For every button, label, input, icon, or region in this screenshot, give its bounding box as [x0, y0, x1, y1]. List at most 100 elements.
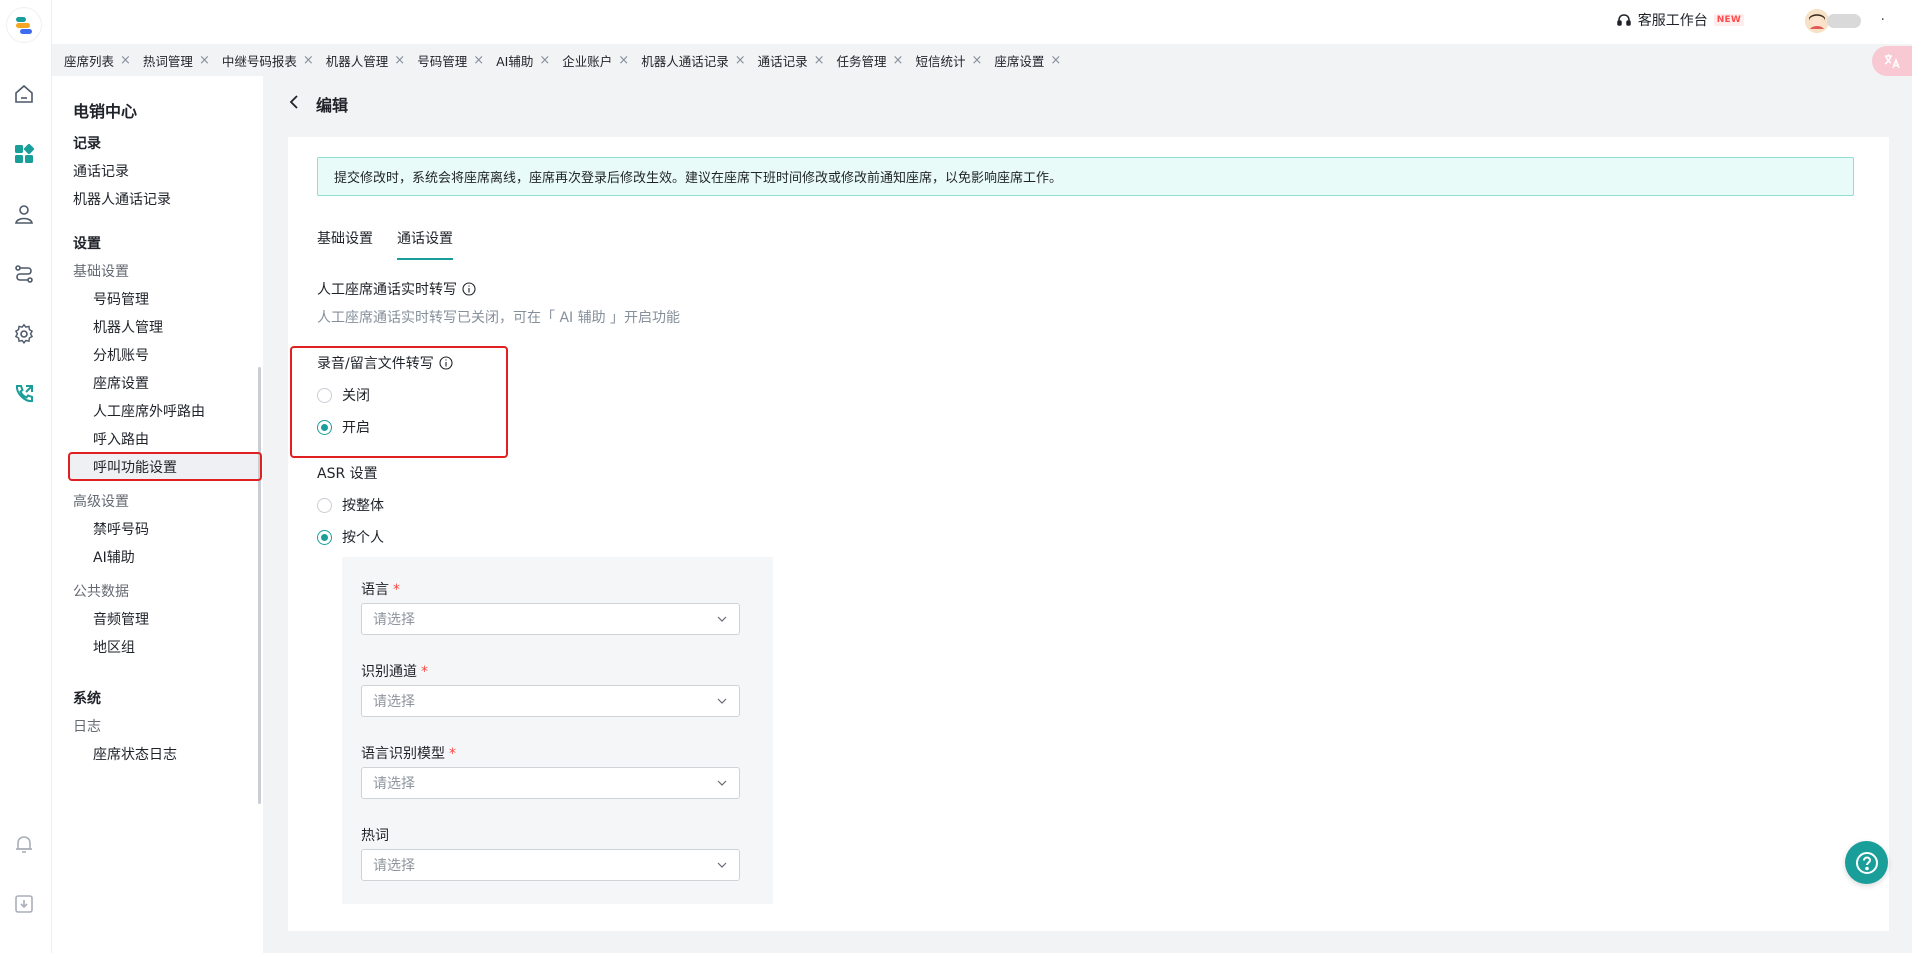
sidebar-item-call-features[interactable]: 呼叫功能设置 — [93, 457, 177, 477]
chevron-down-icon — [717, 698, 727, 704]
page-tab[interactable]: 短信统计 × — [915, 51, 982, 70]
home-icon[interactable] — [12, 82, 36, 106]
info-icon[interactable] — [439, 356, 453, 370]
close-icon[interactable]: × — [303, 53, 314, 68]
close-icon[interactable]: × — [120, 53, 131, 68]
sidebar-sub-advanced[interactable]: 高级设置 — [73, 491, 129, 511]
workbench-label: 客服工作台 — [1637, 13, 1708, 29]
page-tab[interactable]: AI辅助 × — [496, 51, 550, 70]
chevron-down-icon — [717, 616, 727, 622]
tab-call-settings[interactable]: 通话设置 — [397, 228, 453, 260]
field-label-text: 语言识别模型 — [361, 746, 445, 762]
close-icon[interactable]: × — [199, 53, 210, 68]
translate-icon — [1884, 54, 1900, 69]
sidebar-item-audio-management[interactable]: 音频管理 — [93, 609, 149, 629]
radio-label: 按整体 — [342, 498, 384, 514]
page-tab[interactable]: 热词管理 × — [143, 51, 210, 70]
sidebar-item-region-group[interactable]: 地区组 — [93, 637, 135, 657]
sidebar-title: 电销中心 — [73, 102, 138, 121]
asr-settings-label-text: ASR 设置 — [317, 466, 378, 482]
required-mark: * — [449, 746, 456, 762]
page-tab[interactable]: 企业账户 × — [562, 51, 629, 70]
service-workbench-link[interactable]: 客服工作台 NEW — [1616, 10, 1744, 30]
sidebar-item-robot-call-records[interactable]: 机器人通话记录 — [73, 189, 171, 209]
close-icon[interactable]: × — [893, 53, 904, 68]
apps-icon[interactable] — [12, 142, 36, 166]
page-tab-active[interactable]: 座席设置 × — [994, 51, 1061, 70]
hotword-select[interactable]: 请选择 — [361, 849, 740, 881]
close-icon[interactable]: × — [1050, 53, 1061, 68]
avatar[interactable] — [1805, 9, 1829, 33]
page-tab[interactable]: 中继号码报表 × — [222, 51, 314, 70]
page-tab[interactable]: 座席列表 × — [64, 51, 131, 70]
asr-settings-label: ASR 设置 — [317, 463, 378, 483]
page-tab[interactable]: 号码管理 × — [417, 51, 484, 70]
radio-circle[interactable] — [317, 497, 332, 513]
page-tab[interactable]: 通话记录 × — [758, 51, 825, 70]
notice-banner: 提交修改时，系统会将座席离线，座席再次登录后修改生效。建议在座席下班时间修改或修… — [317, 157, 1854, 196]
sidebar-scrollbar[interactable] — [258, 367, 261, 804]
select-placeholder: 请选择 — [373, 694, 415, 710]
translate-button[interactable] — [1872, 46, 1912, 76]
close-icon[interactable]: × — [618, 53, 629, 68]
recognition-channel-select[interactable]: 请选择 — [361, 685, 740, 717]
info-icon[interactable] — [462, 282, 476, 296]
close-icon[interactable]: × — [971, 53, 982, 68]
sidebar-item-robot-management[interactable]: 机器人管理 — [93, 317, 163, 337]
radio-asr-individual[interactable]: 按个人 — [317, 527, 384, 547]
radio-circle-selected[interactable] — [317, 529, 332, 545]
required-mark: * — [393, 582, 400, 598]
routing-icon[interactable] — [12, 262, 36, 286]
sidebar-sub-logs[interactable]: 日志 — [73, 716, 101, 736]
sidebar-item-seat-settings[interactable]: 座席设置 — [93, 373, 149, 393]
settings-tabs: 基础设置 通话设置 — [317, 228, 453, 260]
sidebar-item-inbound-routing[interactable]: 呼入路由 — [93, 429, 149, 449]
sidebar-sub-basic[interactable]: 基础设置 — [73, 261, 129, 281]
sidebar-item-extension-account[interactable]: 分机账号 — [93, 345, 149, 365]
select-placeholder: 请选择 — [373, 858, 415, 874]
close-icon[interactable]: × — [814, 53, 825, 68]
recognition-model-select[interactable]: 请选择 — [361, 767, 740, 799]
sidebar-item-seat-status-log[interactable]: 座席状态日志 — [93, 744, 177, 764]
phone-icon[interactable] — [12, 382, 36, 406]
page-tab-label: 企业账户 — [562, 53, 613, 69]
sidebar-item-ai-assist[interactable]: AI辅助 — [93, 547, 135, 567]
radio-label: 按个人 — [342, 530, 384, 546]
page-tab-label: 通话记录 — [757, 53, 808, 69]
settings-icon[interactable] — [12, 322, 36, 346]
notice-text: 提交修改时，系统会将座席离线，座席再次登录后修改生效。建议在座席下班时间修改或修… — [334, 171, 1063, 186]
language-label: 语言 * — [361, 579, 400, 599]
sidebar-item-call-records[interactable]: 通话记录 — [73, 161, 129, 181]
back-arrow-icon[interactable] — [286, 94, 302, 114]
radio-file-transcribe-off[interactable]: 关闭 — [317, 385, 370, 405]
select-placeholder: 请选择 — [373, 612, 415, 628]
radio-asr-overall[interactable]: 按整体 — [317, 495, 384, 515]
sidebar-group-records: 记录 — [73, 136, 101, 152]
page-tab-label: 机器人通话记录 — [641, 53, 729, 69]
page-tab[interactable]: 机器人通话记录 × — [641, 51, 745, 70]
close-icon[interactable]: × — [735, 53, 746, 68]
download-icon[interactable] — [12, 892, 36, 916]
sidebar-item-blocked-numbers[interactable]: 禁呼号码 — [93, 519, 149, 539]
more-menu-button[interactable]: · — [1881, 12, 1885, 28]
sidebar-sub-public[interactable]: 公共数据 — [73, 581, 129, 601]
radio-circle[interactable] — [317, 387, 332, 403]
customer-icon[interactable] — [12, 202, 36, 226]
page-tab[interactable]: 机器人管理 × — [326, 51, 405, 70]
page-tab[interactable]: 任务管理 × — [837, 51, 904, 70]
username-placeholder[interactable] — [1827, 14, 1861, 28]
language-select[interactable]: 请选择 — [361, 603, 740, 635]
tab-basic-settings[interactable]: 基础设置 — [317, 228, 373, 260]
close-icon[interactable]: × — [473, 53, 484, 68]
sidebar-item-number-management[interactable]: 号码管理 — [93, 289, 149, 309]
help-button[interactable] — [1845, 841, 1888, 884]
sidebar-group-system: 系统 — [73, 691, 101, 707]
close-icon[interactable]: × — [394, 53, 405, 68]
radio-circle-selected[interactable] — [317, 419, 332, 435]
top-bar: 客服工作台 NEW · — [52, 0, 1912, 44]
app-logo[interactable] — [7, 8, 41, 42]
bell-icon[interactable] — [12, 832, 36, 856]
radio-file-transcribe-on[interactable]: 开启 — [317, 417, 370, 437]
close-icon[interactable]: × — [539, 53, 550, 68]
sidebar-item-outbound-routing[interactable]: 人工座席外呼路由 — [93, 401, 205, 421]
